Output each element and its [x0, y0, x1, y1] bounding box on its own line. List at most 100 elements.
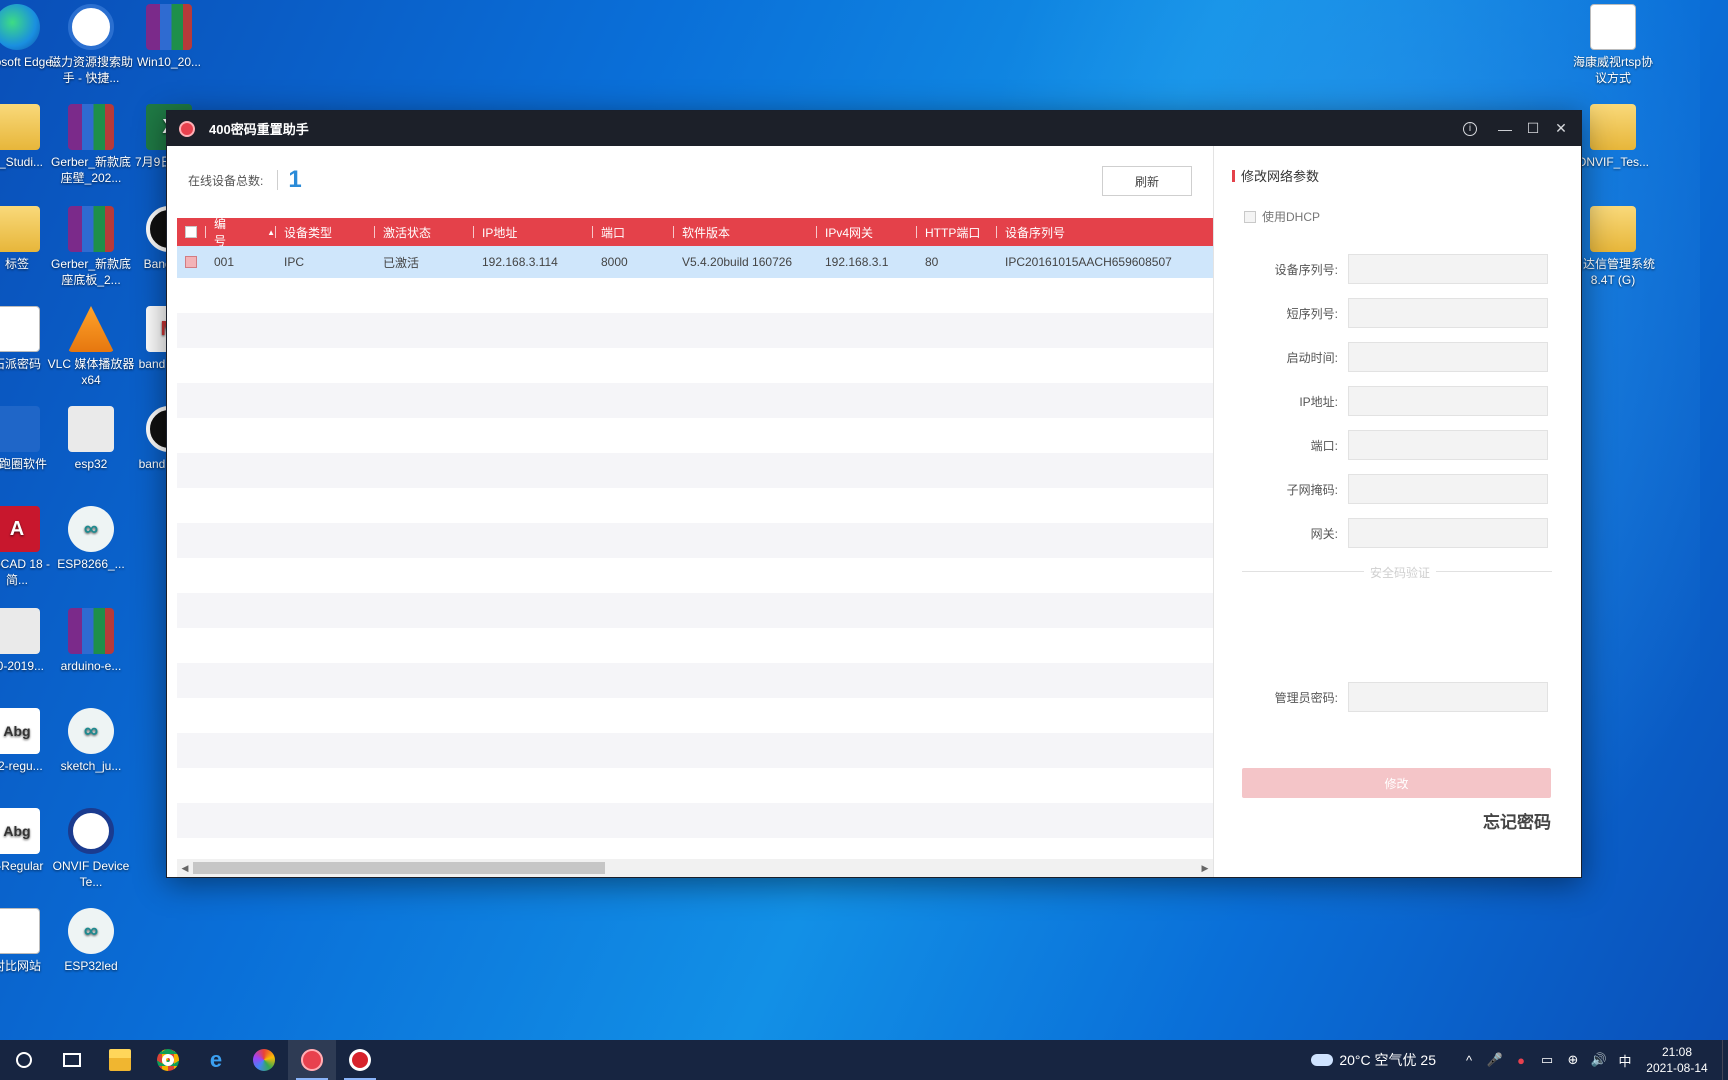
desktop-icon-label: ESP8266_...	[57, 557, 125, 571]
cortana-button[interactable]	[0, 1040, 48, 1080]
desktop-icon[interactable]: 磁力资源搜索助手 - 快捷...	[46, 4, 136, 86]
cell-status: 已激活	[383, 255, 420, 270]
board-icon	[0, 608, 40, 654]
blue-icon	[0, 406, 40, 452]
col-http-port[interactable]: HTTP端口	[916, 218, 996, 246]
microphone-icon[interactable]: 🎤	[1482, 1052, 1508, 1068]
desktop-icon[interactable]: Gerber_新款底座壁_202...	[46, 104, 136, 186]
field-label: 子网掩码:	[1286, 482, 1338, 497]
empty-table-row	[177, 453, 1213, 488]
serial-input[interactable]	[1348, 254, 1548, 284]
gateway-input[interactable]	[1348, 518, 1548, 548]
empty-table-row	[177, 593, 1213, 628]
ie-button[interactable]: e	[192, 1040, 240, 1080]
search-icon	[68, 4, 114, 50]
modify-button[interactable]: 修改	[1242, 768, 1551, 798]
refresh-button[interactable]: 刷新	[1102, 166, 1192, 196]
online-stats: 在线设备总数: 1	[188, 166, 302, 194]
task-view-icon	[63, 1053, 81, 1067]
col-gateway[interactable]: IPv4网关	[816, 218, 916, 246]
ip-input[interactable]	[1348, 386, 1548, 416]
col-status[interactable]: 激活状态	[374, 218, 473, 246]
desktop-icon[interactable]: esp32	[46, 406, 136, 472]
tray-expand-icon[interactable]: ^	[1456, 1053, 1482, 1068]
close-button[interactable]: ✕	[1547, 111, 1575, 146]
desktop-icon[interactable]: ONVIF Device Te...	[46, 808, 136, 890]
subnet-input[interactable]	[1348, 474, 1548, 504]
window-title: 400密码重置助手	[209, 122, 309, 137]
desktop-icon[interactable]: ∞ ESP8266_...	[46, 506, 136, 572]
ime-indicator[interactable]: 中	[1612, 1051, 1638, 1070]
desktop-icon-label: arduino-e...	[60, 659, 122, 673]
cell-type: IPC	[284, 255, 305, 269]
desktop-icon[interactable]: 海康威视rtsp协议方式	[1568, 4, 1658, 86]
desktop-icon[interactable]: Gerber_新款底座底板_2...	[46, 206, 136, 288]
desktop-icon[interactable]: Win10_20...	[124, 4, 214, 70]
system-tray: 20°C 空气优 25 ^ 🎤 ● ▭ ⊕ 🔊 中 21:08 2021-08-…	[1311, 1040, 1728, 1080]
task-view-button[interactable]	[48, 1040, 96, 1080]
folder-icon	[0, 104, 40, 150]
title-bar[interactable]: 400密码重置助手 i — ☐ ✕	[167, 111, 1581, 146]
doc-icon	[0, 306, 40, 352]
desktop-icon[interactable]: ∞ sketch_ju...	[46, 708, 136, 774]
desktop-icon[interactable]: arduino-e...	[46, 608, 136, 674]
admin-password-input[interactable]	[1348, 682, 1548, 712]
file-explorer-button[interactable]	[96, 1040, 144, 1080]
pinwheel-app-button[interactable]	[240, 1040, 288, 1080]
folder-icon	[109, 1049, 131, 1071]
chrome-button[interactable]	[144, 1040, 192, 1080]
cell-port: 8000	[601, 255, 628, 269]
col-port[interactable]: 端口	[592, 218, 673, 246]
dhcp-checkbox[interactable]	[1244, 210, 1256, 223]
forgot-password-link[interactable]: 忘记密码	[1483, 808, 1551, 833]
row-checkbox-cell	[177, 256, 205, 268]
scroll-right-icon[interactable]: ▶	[1197, 863, 1213, 874]
desktop-icon[interactable]: ∞ ESP32led	[46, 908, 136, 974]
maximize-button[interactable]: ☐	[1519, 111, 1547, 146]
select-all-checkbox[interactable]	[185, 226, 197, 238]
info-button[interactable]: i	[1455, 111, 1485, 146]
acad-icon: A	[0, 506, 40, 552]
port-input[interactable]	[1348, 430, 1548, 460]
empty-table-row	[177, 768, 1213, 803]
record-tray-icon[interactable]: ●	[1508, 1053, 1534, 1068]
weather-widget[interactable]: 20°C 空气优 25	[1311, 1050, 1436, 1070]
col-version[interactable]: 软件版本	[673, 218, 816, 246]
pinwheel-icon	[253, 1049, 275, 1071]
weather-text: 20°C 空气优 25	[1339, 1052, 1436, 1068]
battery-icon[interactable]: ▭	[1534, 1052, 1560, 1068]
recorder-taskbar-button[interactable]	[336, 1040, 384, 1080]
cell-ip: 192.168.3.114	[482, 255, 558, 269]
table-row[interactable]: 001 IPC 已激活 192.168.3.114 8000 V5.4.20bu…	[177, 246, 1213, 278]
show-desktop-button[interactable]	[1722, 1040, 1728, 1080]
panel-title-text: 修改网络参数	[1241, 169, 1320, 184]
sort-asc-icon: ▲	[267, 227, 275, 237]
rar-icon	[68, 608, 114, 654]
horizontal-scrollbar[interactable]: ◀ ▶	[177, 859, 1213, 877]
network-icon[interactable]: ⊕	[1560, 1052, 1586, 1068]
empty-table-row	[177, 488, 1213, 523]
field-label: 网关:	[1310, 526, 1338, 541]
dhcp-option[interactable]: 使用DHCP	[1244, 208, 1320, 225]
board-icon	[68, 406, 114, 452]
app-logo-icon	[179, 120, 195, 137]
minimize-button[interactable]: —	[1491, 111, 1519, 146]
short-serial-input[interactable]	[1348, 298, 1548, 328]
desktop-icon-label: VLC 媒体播放器 x64	[47, 357, 135, 387]
desktop-icon[interactable]: VLC 媒体播放器 x64	[46, 306, 136, 388]
field-serial: 设备序列号:	[1214, 254, 1552, 284]
clock[interactable]: 21:08 2021-08-14	[1644, 1044, 1710, 1076]
scroll-thumb[interactable]	[193, 862, 605, 874]
row-checkbox[interactable]	[185, 256, 197, 268]
desktop-icon-label: 磁力资源搜索助手 - 快捷...	[48, 55, 133, 85]
panel-title: 修改网络参数	[1232, 166, 1319, 185]
col-ip[interactable]: IP地址	[473, 218, 592, 246]
col-type[interactable]: 设备类型	[275, 218, 374, 246]
scroll-track[interactable]	[193, 862, 1197, 874]
volume-icon[interactable]: 🔊	[1586, 1052, 1612, 1068]
col-id[interactable]: 编号 ▲	[205, 217, 275, 248]
reset-tool-taskbar-button[interactable]	[288, 1040, 336, 1080]
col-serial[interactable]: 设备序列号	[996, 218, 1213, 246]
scroll-left-icon[interactable]: ◀	[177, 863, 193, 874]
boot-time-input[interactable]	[1348, 342, 1548, 372]
